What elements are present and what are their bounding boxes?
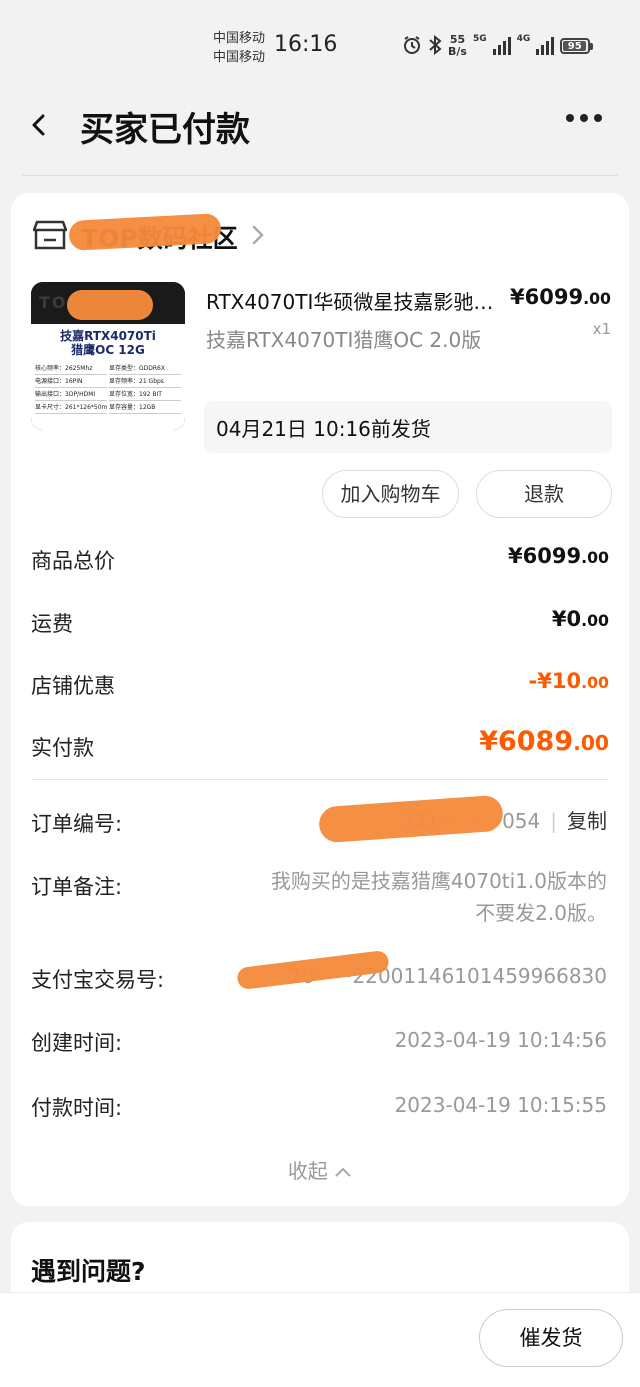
urge-shipping-button[interactable]: 催发货: [479, 1309, 623, 1367]
sim2-tag: 4G: [516, 34, 531, 44]
alipay-trade-label: 支付宝交易号:: [31, 968, 165, 992]
shipping-notice: 04月21日 10:16前发货: [204, 401, 612, 453]
shop-discount-label: 店铺优惠: [31, 674, 115, 698]
shop-icon: [32, 219, 68, 255]
chevron-up-icon: [334, 1159, 352, 1183]
paid-amount-label: 实付款: [31, 736, 94, 760]
product-quantity: x1: [592, 320, 611, 338]
carrier-1: 中国移动: [213, 31, 266, 46]
alarm-icon: [402, 35, 422, 58]
carrier-info: 中国移动 中国移动: [213, 29, 265, 67]
product-image-specs: 核心频率：2625Mhz 显存类型：GDDR6X 电源接口：16PIN 显存频率…: [35, 364, 181, 414]
product-price: ¥6099.00: [510, 285, 611, 309]
shipping-fee-label: 运费: [31, 612, 73, 636]
bluetooth-icon: [428, 34, 442, 58]
redaction-mark: [67, 290, 153, 320]
product-image-title: 技嘉RTX4070Ti 猎鹰OC 12G: [60, 329, 156, 357]
status-bar: 中国移动 中国移动 16:16 55 B/s 5G 4G 95: [0, 0, 640, 92]
copy-button[interactable]: 复制: [567, 809, 607, 833]
shipping-notice-text: 04月21日 10:16前发货: [216, 417, 431, 441]
paid-amount-value: ¥6089.00: [479, 726, 609, 757]
signal-icon: [492, 37, 511, 55]
back-arrow-icon: [32, 114, 45, 136]
page-title: 买家已付款: [80, 110, 250, 150]
nav-bar: 买家已付款: [0, 92, 640, 178]
product-sku: 技嘉RTX4070TI猎鹰OC 2.0版: [206, 328, 482, 352]
shipping-fee-value: ¥0.00: [551, 607, 609, 631]
order-remark-value: 我购买的是技嘉猎鹰4070ti1.0版本的 不要发2.0版。: [270, 869, 607, 925]
signal-icon: [536, 37, 555, 55]
help-title: 遇到问题?: [31, 1257, 146, 1286]
chevron-right-icon: [252, 223, 264, 251]
divider: [31, 779, 609, 780]
order-remark-label: 订单备注:: [31, 875, 123, 899]
network-speed: 55 B/s: [448, 34, 467, 58]
back-button[interactable]: [24, 110, 54, 140]
collapse-button[interactable]: 收起: [11, 1155, 629, 1184]
network-speed-unit: B/s: [448, 45, 467, 58]
more-dots-icon[interactable]: [566, 114, 602, 122]
status-time: 16:16: [274, 32, 338, 57]
created-time-value: 2023-04-19 10:14:56: [394, 1028, 607, 1052]
battery-level: 95: [563, 41, 587, 52]
goods-total-value: ¥6099.00: [508, 544, 609, 568]
status-icons: 55 B/s 5G 4G 95: [402, 34, 594, 58]
add-to-cart-button[interactable]: 加入购物车: [322, 470, 459, 518]
collapse-label: 收起: [287, 1159, 328, 1183]
bottom-action-bar: 催发货: [0, 1292, 640, 1387]
shop-discount-value: -¥10.00: [528, 669, 609, 693]
product-image[interactable]: TOP 技嘉RTX4070Ti 猎鹰OC 12G 核心频率：2625Mhz 显存…: [31, 282, 185, 430]
payment-time-label: 付款时间:: [31, 1096, 123, 1120]
product-title[interactable]: RTX4070TI华硕微星技嘉影驰七彩虹: [206, 286, 501, 315]
refund-button[interactable]: 退款: [476, 470, 612, 518]
payment-time-value: 2023-04-19 10:15:55: [394, 1093, 607, 1117]
sim1-tag: 5G: [472, 34, 487, 44]
created-time-label: 创建时间:: [31, 1031, 123, 1055]
goods-total-label: 商品总价: [31, 549, 115, 573]
battery-icon: 95: [560, 38, 594, 54]
carrier-2: 中国移动: [213, 50, 266, 65]
order-card: TOP数码社区 TOP 技嘉RTX4070Ti 猎鹰OC 12G 核心频率：26…: [11, 193, 629, 1206]
nav-divider: [22, 175, 618, 176]
order-number-label: 订单编号:: [31, 812, 123, 836]
